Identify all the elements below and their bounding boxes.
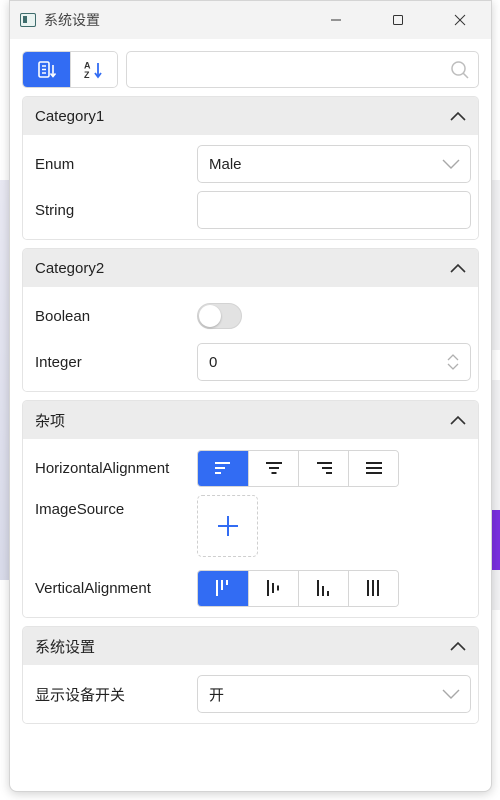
chevron-up-icon [450, 263, 466, 273]
chevron-up-icon [450, 111, 466, 121]
alpha-sort-icon: A Z [84, 60, 102, 80]
input-value: 0 [209, 353, 218, 371]
sort-by-category-button[interactable] [23, 52, 70, 87]
property-label: VerticalAlignment [35, 579, 151, 597]
boolean-toggle[interactable] [197, 303, 242, 329]
window-title: 系统设置 [44, 12, 100, 28]
chevron-up-icon [450, 415, 466, 425]
align-middle-icon [266, 580, 279, 596]
chevron-up-icon [450, 641, 466, 651]
property-label: Enum [35, 155, 75, 173]
property-label: Integer [35, 353, 82, 371]
close-button[interactable] [429, 1, 491, 39]
horizontal-alignment-group [197, 449, 399, 487]
align-bottom-button[interactable] [298, 570, 348, 606]
align-vertical-stretch-button[interactable] [348, 570, 398, 606]
section-category2: Category2 Boolean Integer 0 [22, 248, 479, 392]
title-bar: 系统设置 [10, 1, 491, 39]
section-title: Category2 [35, 259, 105, 277]
minimize-button[interactable] [305, 1, 367, 39]
align-vertical-stretch-icon [366, 580, 379, 596]
app-icon [20, 13, 36, 27]
background-desktop-left [0, 180, 9, 580]
string-input[interactable] [197, 191, 471, 229]
chevron-down-icon [442, 159, 460, 169]
align-stretch-button[interactable] [348, 450, 398, 486]
align-center-button[interactable] [248, 450, 298, 486]
align-left-icon [215, 462, 230, 474]
image-upload-button[interactable] [197, 495, 258, 557]
align-center-icon [265, 462, 282, 474]
integer-input[interactable]: 0 [197, 343, 471, 381]
section-title: 系统设置 [35, 638, 96, 656]
section-header-category2[interactable]: Category2 [23, 249, 478, 287]
property-row-device-switch: 显示设备开关 开 [23, 671, 478, 717]
property-label: 显示设备开关 [35, 686, 126, 704]
property-row-boolean: Boolean [23, 293, 478, 339]
svg-text:A: A [84, 60, 91, 70]
section-misc: 杂项 HorizontalAlignment ImageSource Verti… [22, 400, 479, 618]
search-box [126, 51, 479, 88]
search-icon [451, 60, 469, 79]
align-bottom-icon [316, 580, 329, 596]
section-header-category1[interactable]: Category1 [23, 97, 478, 135]
property-label: ImageSource [35, 501, 125, 518]
enum-select[interactable]: Male [197, 145, 471, 183]
align-middle-button[interactable] [248, 570, 298, 606]
section-title: 杂项 [35, 412, 66, 430]
section-title: Category1 [35, 107, 105, 125]
property-row-horizontal-alignment: HorizontalAlignment [23, 445, 478, 491]
device-switch-select[interactable]: 开 [197, 675, 471, 713]
property-label: HorizontalAlignment [35, 459, 170, 477]
sort-alphabetical-button[interactable]: A Z [70, 52, 117, 87]
align-left-button[interactable] [198, 450, 248, 486]
plus-icon [217, 516, 238, 536]
section-header-system-settings[interactable]: 系统设置 [23, 627, 478, 665]
property-row-image-source: ImageSource [23, 491, 478, 565]
maximize-button[interactable] [367, 1, 429, 39]
property-label: Boolean [35, 307, 91, 325]
vertical-alignment-group [197, 569, 399, 607]
maximize-icon [393, 15, 403, 25]
align-top-icon [216, 580, 228, 596]
search-input[interactable] [127, 52, 450, 87]
section-system-settings: 系统设置 显示设备开关 开 [22, 626, 479, 724]
align-top-button[interactable] [198, 570, 248, 606]
close-icon [454, 14, 466, 26]
property-row-string: String [23, 187, 478, 233]
minimize-icon [331, 19, 341, 21]
category-sort-icon [37, 60, 56, 78]
chevron-down-icon [442, 689, 460, 699]
align-right-icon [316, 462, 332, 474]
section-header-misc[interactable]: 杂项 [23, 401, 478, 439]
select-value: Male [209, 155, 242, 173]
toggle-knob [199, 305, 221, 327]
spinner-icon[interactable] [446, 353, 460, 371]
property-row-integer: Integer 0 [23, 339, 478, 385]
align-stretch-icon [365, 462, 382, 474]
property-grid-toolbar: A Z [22, 51, 479, 88]
align-right-button[interactable] [298, 450, 348, 486]
property-row-vertical-alignment: VerticalAlignment [23, 565, 478, 611]
sort-mode-segment: A Z [22, 51, 118, 88]
section-category1: Category1 Enum Male String [22, 96, 479, 240]
svg-text:Z: Z [84, 70, 90, 80]
property-row-enum: Enum Male [23, 141, 478, 187]
select-value: 开 [209, 686, 225, 704]
property-grid: A Z Category1 Enum Male String Category2… [10, 39, 491, 724]
property-grid-window: 系统设置 A Z Category1 Enum Male String Cate… [9, 0, 492, 792]
property-label: String [35, 201, 75, 219]
